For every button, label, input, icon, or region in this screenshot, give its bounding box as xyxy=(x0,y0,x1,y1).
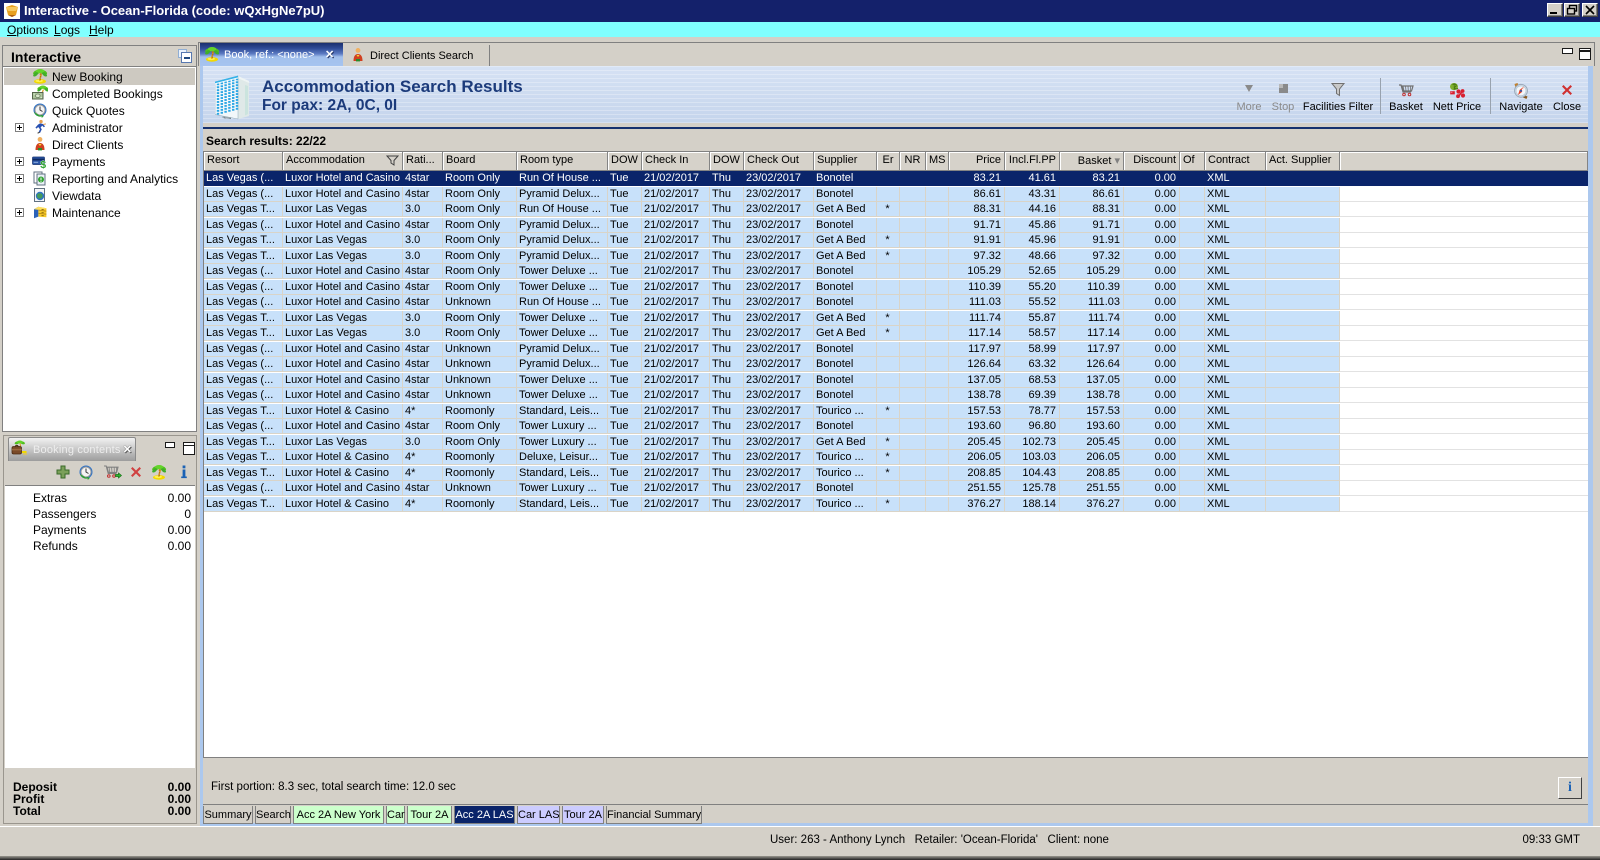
svg-text:$: $ xyxy=(40,159,46,169)
